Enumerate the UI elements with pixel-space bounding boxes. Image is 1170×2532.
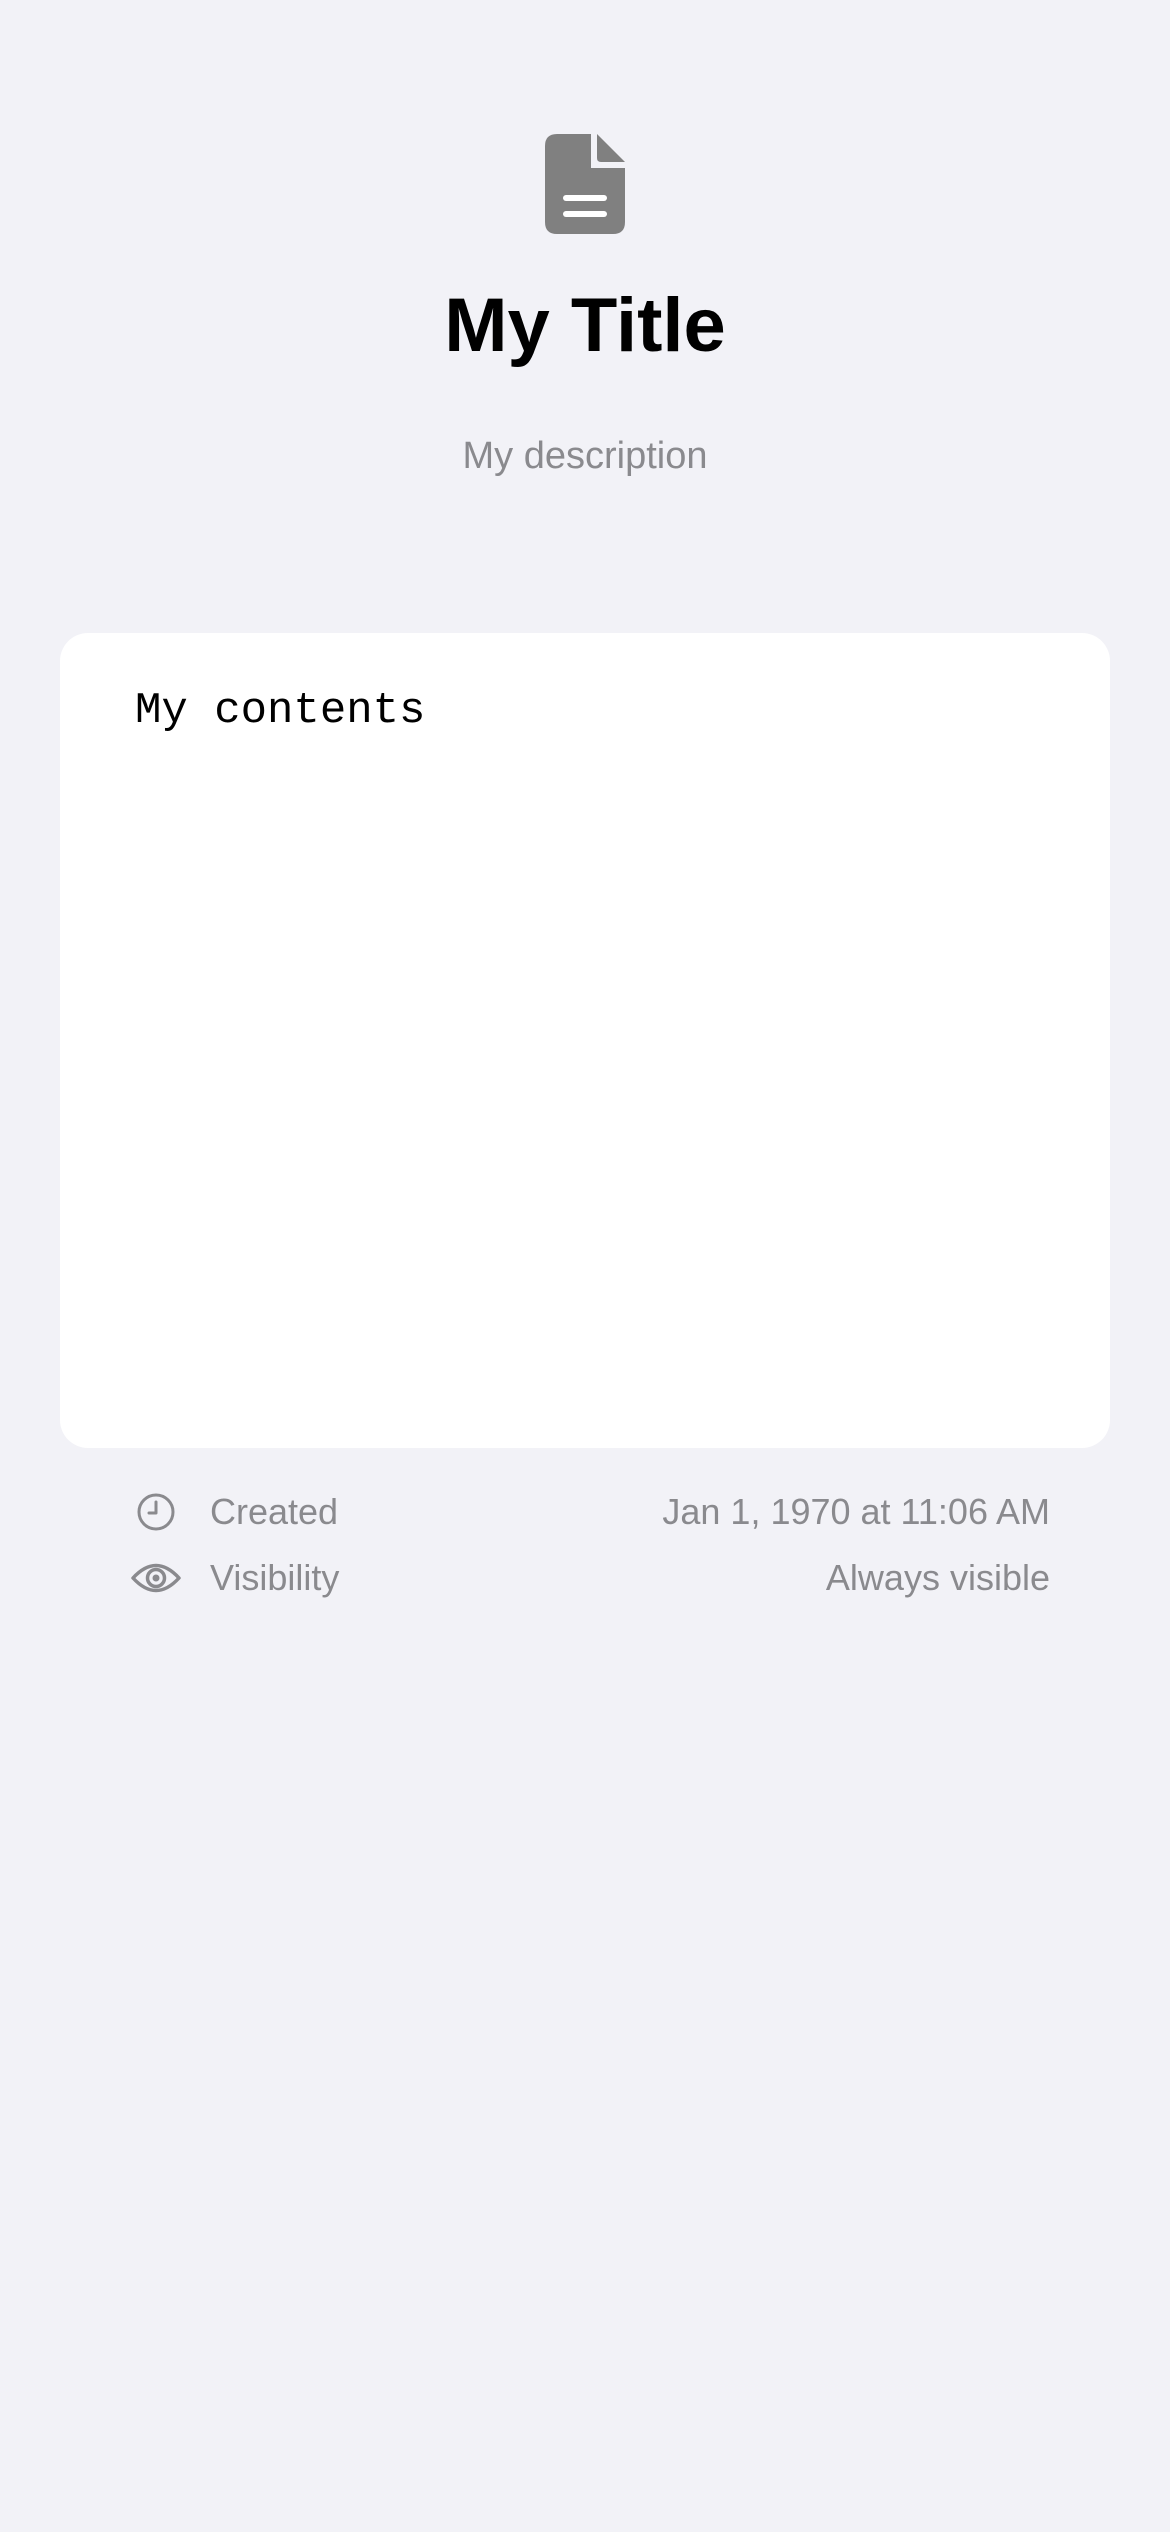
visibility-row: Visibility Always visible	[130, 1553, 1050, 1603]
document-icon	[545, 134, 625, 234]
contents-card[interactable]: My contents	[60, 633, 1110, 1448]
visibility-label: Visibility	[210, 1557, 340, 1598]
created-value: Jan 1, 1970 at 11:06 AM	[662, 1491, 1050, 1532]
page-description: My description	[462, 435, 708, 477]
clock-icon	[130, 1487, 182, 1537]
created-row: Created Jan 1, 1970 at 11:06 AM	[130, 1487, 1050, 1537]
eye-icon	[130, 1553, 182, 1603]
page-title: My Title	[444, 283, 726, 368]
visibility-value: Always visible	[825, 1557, 1050, 1598]
created-label: Created	[210, 1491, 339, 1532]
contents-text[interactable]: My contents	[135, 685, 1035, 738]
